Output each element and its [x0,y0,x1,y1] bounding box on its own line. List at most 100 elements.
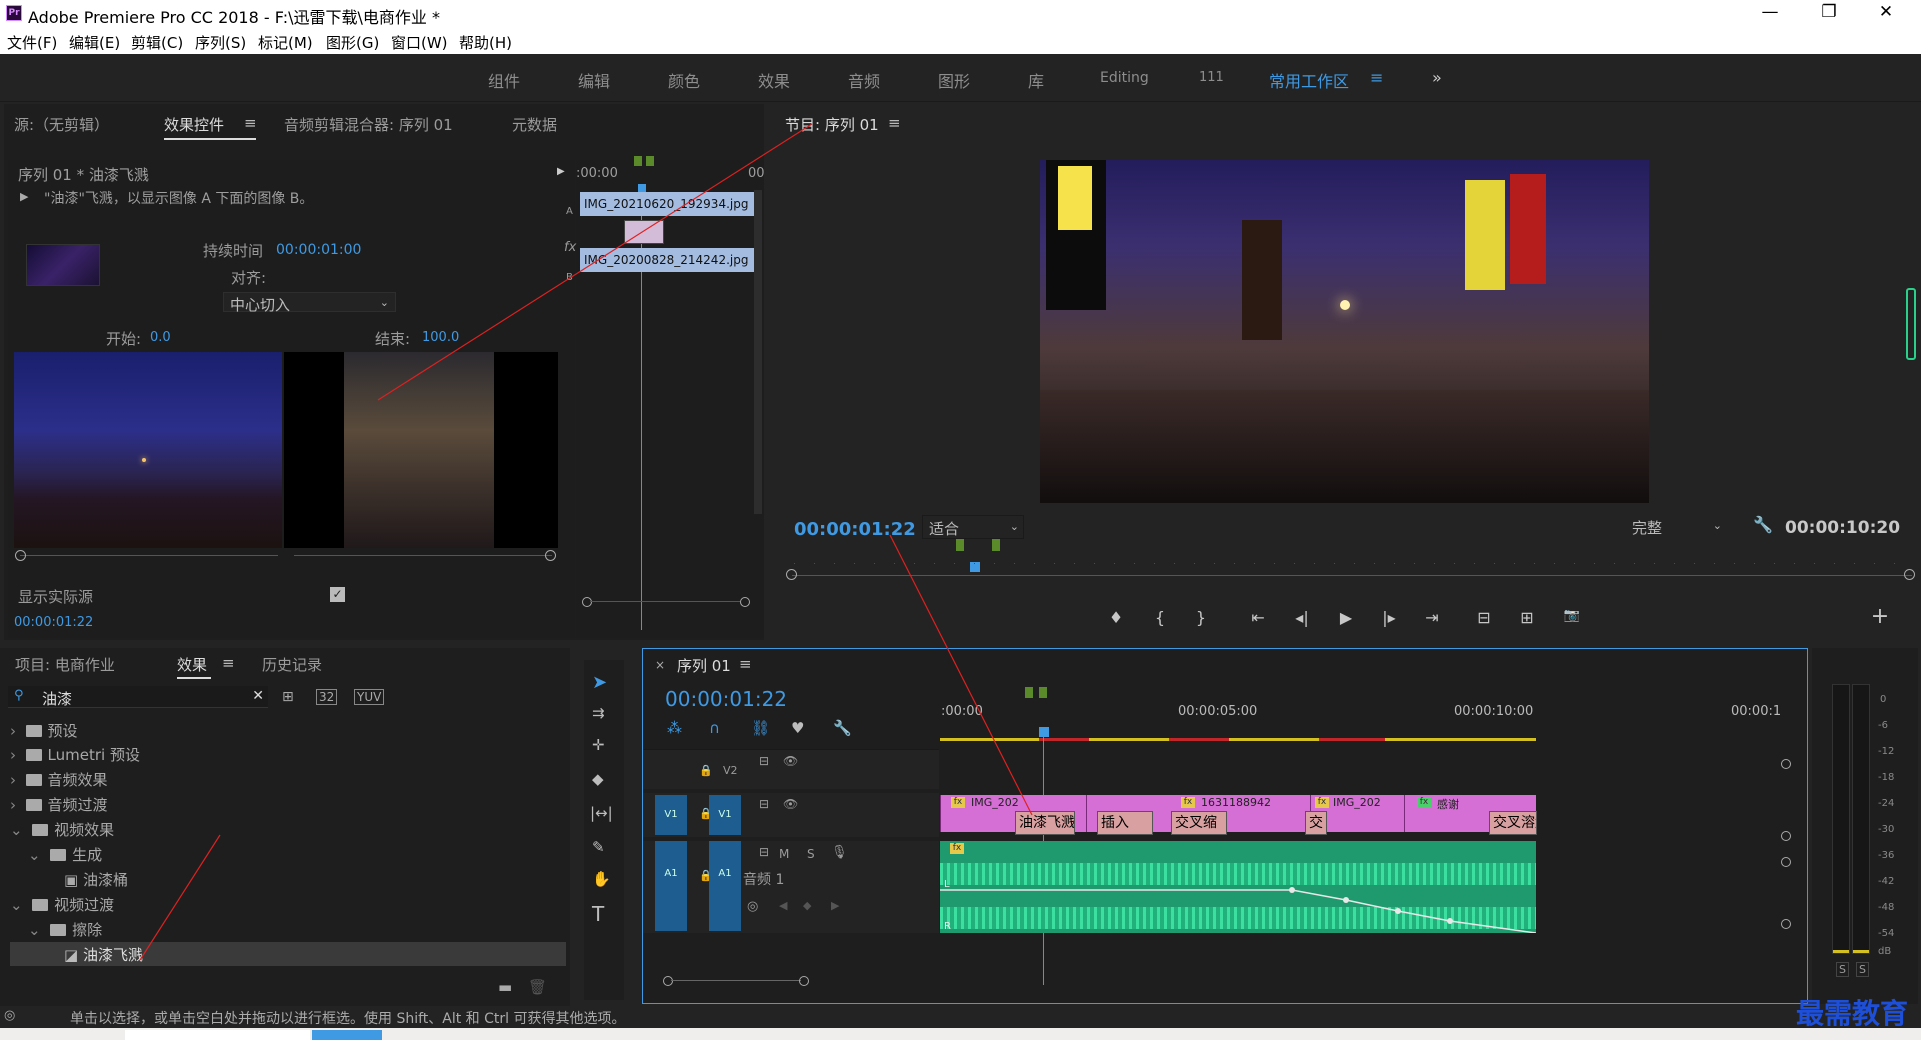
transition-insert[interactable]: 插入 [1097,811,1153,835]
play-transition-icon[interactable]: ▶ [20,190,28,203]
program-zoom-start[interactable] [786,569,797,580]
mini-zoom-bar[interactable] [590,601,740,602]
ws-assembly[interactable]: 组件 [488,68,520,92]
add-keyframe-icon[interactable]: ◆ [803,899,811,912]
solo-right-button[interactable]: S [1856,962,1869,977]
end-slider[interactable] [294,555,552,556]
menu-window[interactable]: 窗口(W) [391,32,448,53]
solo-button[interactable]: S [807,847,815,861]
restore-button[interactable]: ❐ [1809,2,1849,22]
duration-value[interactable]: 00:00:01:00 [276,242,361,258]
razor-tool-icon[interactable]: ◆ [592,770,604,788]
a-scroll-bottom[interactable] [1781,919,1791,929]
ws-editing-en[interactable]: Editing [1100,70,1149,86]
end-slider-handle[interactable] [545,550,556,561]
accelerated-filter-icon[interactable]: ⊞ [282,689,294,705]
close-button[interactable]: ✕ [1866,2,1906,22]
timeline-timecode[interactable]: 00:00:01:22 [665,687,787,711]
microphone-icon[interactable]: 🎙 [831,845,848,860]
add-marker-icon[interactable]: ♦ [1104,608,1128,627]
a-scroll-top[interactable] [1781,857,1791,867]
fit-dropdown[interactable]: 适合 ⌄ [922,515,1024,539]
yuv-filter-icon[interactable]: YUV [354,689,385,705]
tree-item-audio-effects[interactable]: › 音频效果 [10,769,108,790]
ws-effects[interactable]: 效果 [758,68,790,92]
start-slider[interactable] [20,555,278,556]
track-target-a1[interactable]: A1 [709,841,741,931]
program-zoom-bar[interactable] [792,575,1912,576]
pen-tool-icon[interactable]: ✎ [592,838,605,856]
v-scroll-bottom[interactable] [1781,831,1791,841]
prev-keyframe-icon[interactable]: ◀ [779,899,787,912]
audio-clip[interactable]: fx L R [940,841,1536,933]
menu-file[interactable]: 文件(F) [7,32,57,53]
program-title[interactable]: 节目: 序列 01 [785,114,879,135]
close-tab-icon[interactable]: × [655,658,665,672]
effects-search-box[interactable]: ⚲ 油漆 ✕ [8,686,268,708]
snap-icon[interactable]: ∩ [709,719,720,737]
tab-effects[interactable]: 效果 [177,654,207,675]
sync-icon[interactable]: ⊟ [759,845,769,859]
nest-icon[interactable]: ⁂ [667,719,682,737]
h-zoom-end[interactable] [799,976,809,986]
v-scroll-top[interactable] [1781,759,1791,769]
ws-overflow-icon[interactable]: » [1432,68,1442,87]
delete-icon[interactable]: 🗑 [528,978,547,996]
transition-block[interactable] [624,220,664,244]
lift-icon[interactable]: ⊟ [1472,608,1496,627]
sync-icon[interactable]: ⊟ [759,797,769,811]
timeline-settings-icon[interactable]: 🔧 [833,719,852,737]
selection-tool-icon[interactable]: ➤ [592,672,607,693]
tree-item-wipe[interactable]: ⌄ 擦除 [28,919,102,940]
align-dropdown[interactable]: 中心切入 ⌄ [223,292,396,314]
transition-cross[interactable]: 交 [1305,811,1327,835]
type-tool-icon[interactable]: T [592,902,604,926]
add-marker-icon[interactable]: ♥ [791,719,804,737]
menu-clip[interactable]: 剪辑(C) [131,32,183,53]
new-bin-icon[interactable]: ▬ [498,978,512,996]
ws-audio[interactable]: 音频 [848,68,880,92]
tree-item-audio-transitions[interactable]: › 音频过渡 [10,794,108,815]
tree-item-paint-bucket[interactable]: ▣ 油漆桶 [64,869,128,890]
volume-rubberband[interactable] [940,841,1536,933]
mini-zoom-start[interactable] [582,597,592,607]
extract-icon[interactable]: ⊞ [1515,608,1539,627]
menu-sequence[interactable]: 序列(S) [195,32,246,53]
step-forward-icon[interactable]: |▸ [1377,608,1401,627]
ws-menu-icon[interactable]: ≡ [1370,68,1383,87]
source-patch-a1[interactable]: A1 [655,841,687,931]
h-zoom-start[interactable] [663,976,673,986]
quality-dropdown[interactable]: 完整 ⌄ [1626,515,1726,539]
transition-cross-zoom[interactable]: 交叉缩 [1171,811,1227,835]
ws-color[interactable]: 颜色 [668,68,700,92]
tree-item-video-effects[interactable]: ⌄ 视频效果 [10,819,114,840]
ws-111[interactable]: 111 [1199,70,1224,85]
timeline-menu-icon[interactable]: ≡ [739,655,752,673]
menu-edit[interactable]: 编辑(E) [69,32,120,53]
program-timecode[interactable]: 00:00:01:22 [794,519,916,540]
ws-editing[interactable]: 编辑 [578,68,610,92]
add-button-icon[interactable]: + [1868,604,1892,629]
start-value[interactable]: 0.0 [150,330,171,345]
h-zoom-bar[interactable] [671,980,801,981]
keyframe-icon[interactable]: ◎ [747,899,758,914]
go-to-out-icon[interactable]: ⇥ [1420,608,1444,627]
wrench-icon[interactable]: 🔧 [1753,515,1773,534]
slip-tool-icon[interactable]: |↔| [590,804,613,822]
mini-scrollbar[interactable] [754,190,762,514]
step-back-icon[interactable]: ◂| [1290,608,1314,627]
timeline-playhead-icon[interactable] [1039,727,1049,737]
tab-metadata[interactable]: 元数据 [512,114,557,135]
linked-selection-icon[interactable]: ⛓ [751,719,770,737]
tree-item-video-transitions[interactable]: ⌄ 视频过渡 [10,894,114,915]
timeline-tab[interactable]: 序列 01 [677,655,731,676]
hand-tool-icon[interactable]: ✋ [592,870,611,888]
panel-menu-icon[interactable]: ≡ [244,114,257,132]
minimize-button[interactable]: — [1750,2,1790,22]
clip-a[interactable]: IMG_20210620_192934.jpg [580,192,756,216]
tree-item-presets[interactable]: › 预设 [10,720,78,741]
program-menu-icon[interactable]: ≡ [888,114,901,132]
start-slider-handle[interactable] [15,550,26,561]
mini-zoom-end[interactable] [740,597,750,607]
clip-b[interactable]: IMG_20200828_214242.jpg [580,248,756,272]
